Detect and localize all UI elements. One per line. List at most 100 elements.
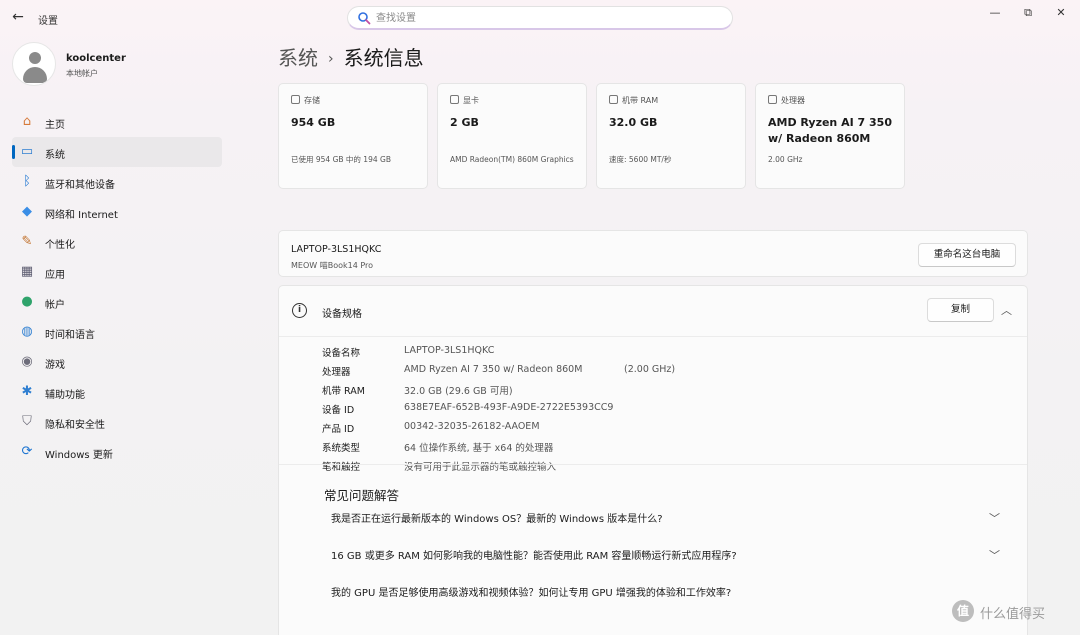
device-name-panel: LAPTOP-3LS1HQKC MEOW 喵Book14 Pro 重命名这台电脑 (278, 230, 1028, 277)
watermark-logo-icon: 值 (952, 600, 974, 622)
account-type: 本地帐户 (66, 69, 98, 78)
sidebar-item-label: 应用 (45, 270, 65, 281)
spec-key: 机带 RAM (322, 386, 365, 397)
spec-key: 处理器 (322, 367, 351, 378)
privacy-icon: ⛉ (22, 414, 32, 429)
search-box[interactable] (347, 6, 733, 30)
accounts-icon: ● (21, 294, 33, 309)
minimize-button[interactable]: — (985, 6, 1005, 20)
spec-value: LAPTOP-3LS1HQKC (404, 345, 495, 356)
sidebar-item-bluetooth[interactable]: ᛒ 蓝牙和其他设备 (12, 167, 222, 197)
spec-value: AMD Ryzen AI 7 350 w/ Radeon 860M (404, 364, 583, 375)
card-sub: 速度: 5600 MT/秒 (609, 155, 672, 164)
bluetooth-icon: ᛒ (23, 174, 31, 189)
sidebar-item-system[interactable]: ▭ 系统 (12, 137, 222, 167)
sidebar-item-accounts[interactable]: ● 帐户 (12, 287, 222, 317)
breadcrumb-parent[interactable]: 系统 (278, 46, 318, 70)
close-button[interactable]: ✕ (1051, 6, 1071, 20)
sidebar-item-label: 游戏 (45, 360, 65, 371)
sidebar-item-label: 辅助功能 (45, 390, 85, 401)
sidebar-item-label: 隐私和安全性 (45, 420, 105, 431)
card-value: AMD Ryzen AI 7 350 w/ Radeon 860M (768, 116, 892, 145)
card-sub: 2.00 GHz (768, 155, 803, 164)
spec-value: 638E7EAF-652B-493F-A9DE-2722E5393CC9 (404, 402, 614, 413)
accessibility-icon: ✱ (21, 384, 33, 399)
card-label: 显卡 (463, 96, 479, 105)
breadcrumb: 系统 › 系统信息 (278, 42, 424, 72)
sidebar-item-privacy[interactable]: ⛉ 隐私和安全性 (12, 407, 222, 437)
system-icon: ▭ (20, 144, 34, 159)
spec-key: 系统类型 (322, 443, 361, 454)
card-value: 954 GB (291, 116, 336, 129)
card-label: 机带 RAM (622, 96, 659, 105)
network-icon: ◆ (22, 204, 32, 219)
graphics-card[interactable]: 显卡 2 GB AMD Radeon(TM) 860M Graphics (437, 83, 587, 189)
watermark-text: 什么值得买 (980, 607, 1046, 622)
sidebar-item-home[interactable]: ⌂ 主页 (12, 107, 222, 137)
ram-card[interactable]: 机带 RAM 32.0 GB 速度: 5600 MT/秒 (596, 83, 746, 189)
spec-key: 产品 ID (322, 424, 355, 435)
back-button[interactable]: ← (10, 9, 26, 25)
faq-title: 常见问题解答 (324, 488, 400, 503)
home-icon: ⌂ (22, 114, 32, 129)
spec-key: 设备名称 (322, 348, 361, 359)
card-sub: AMD Radeon(TM) 860M Graphics (450, 155, 574, 164)
storage-icon (291, 95, 300, 104)
device-specs-panel: i 设备规格 复制 ︿ 设备名称 LAPTOP-3LS1HQKC 处理器 AMD Ry… (278, 285, 1028, 635)
faq-question: 我的 GPU 是否足够使用高级游戏和视频体验？如何让专用 GPU 增强我的体验和… (331, 588, 732, 599)
sidebar-item-label: Windows 更新 (45, 450, 113, 461)
sidebar-item-apps[interactable]: ▦ 应用 (12, 257, 222, 287)
search-icon (358, 12, 371, 25)
device-model: MEOW 喵Book14 Pro (291, 261, 374, 270)
breadcrumb-separator-icon: › (328, 51, 334, 67)
chevron-down-icon: ﹀ (989, 549, 1000, 562)
chevron-down-icon: ﹀ (989, 512, 1000, 525)
sidebar-item-label: 蓝牙和其他设备 (45, 180, 115, 191)
faq-item[interactable]: 我是否正在运行最新版本的 Windows OS？最新的 Windows 版本是什… (331, 510, 1011, 530)
app-title: 设置 (38, 16, 58, 27)
user-profile[interactable]: koolcenter 本地帐户 (12, 42, 212, 88)
rename-pc-button[interactable]: 重命名这台电脑 (918, 243, 1016, 267)
processor-icon (768, 95, 777, 104)
spec-key: 设备 ID (322, 405, 355, 416)
sidebar-item-time-language[interactable]: ◍ 时间和语言 (12, 317, 222, 347)
sidebar-item-gaming[interactable]: ◉ 游戏 (12, 347, 222, 377)
card-value: 2 GB (450, 116, 479, 129)
spec-value: 00342-32035-26182-AAOEM (404, 421, 540, 432)
personalization-icon: ✎ (21, 234, 33, 249)
user-name: koolcenter (66, 53, 126, 64)
apps-icon: ▦ (20, 264, 34, 279)
device-name: LAPTOP-3LS1HQKC (291, 244, 382, 255)
storage-card[interactable]: 存储 954 GB 已使用 954 GB 中的 194 GB (278, 83, 428, 189)
sidebar-item-label: 个性化 (45, 240, 75, 251)
card-label: 存储 (304, 96, 320, 105)
processor-card[interactable]: 处理器 AMD Ryzen AI 7 350 w/ Radeon 860M 2.… (755, 83, 905, 189)
copy-button[interactable]: 复制 (927, 298, 994, 322)
display-icon (450, 95, 459, 104)
spec-value: 64 位操作系统, 基于 x64 的处理器 (404, 443, 554, 454)
chevron-up-icon[interactable]: ︿ (1001, 302, 1012, 318)
device-specs-header[interactable]: i 设备规格 复制 ︿ (279, 286, 1027, 336)
spec-extra: (2.00 GHz) (624, 364, 676, 375)
spec-value: 32.0 GB (29.6 GB 可用) (404, 386, 513, 397)
info-icon: i (292, 303, 307, 318)
faq-item[interactable]: 16 GB 或更多 RAM 如何影响我的电脑性能？能否使用此 RAM 容量顺畅运… (331, 547, 1011, 567)
faq-question: 16 GB 或更多 RAM 如何影响我的电脑性能？能否使用此 RAM 容量顺畅运… (331, 551, 737, 562)
watermark: 值 什么值得买 (952, 600, 1072, 624)
spec-value: 没有可用于此显示器的笔或触控输入 (404, 462, 557, 473)
card-value: 32.0 GB (609, 116, 658, 129)
time-language-icon: ◍ (21, 324, 33, 339)
sidebar-item-windows-update[interactable]: ⟳ Windows 更新 (12, 437, 222, 467)
avatar (12, 42, 56, 86)
sidebar-item-accessibility[interactable]: ✱ 辅助功能 (12, 377, 222, 407)
page-title: 系统信息 (343, 46, 424, 70)
maximize-button[interactable]: ⧉ (1018, 6, 1038, 20)
windows-update-icon: ⟳ (21, 444, 33, 459)
faq-question: 我是否正在运行最新版本的 Windows OS？最新的 Windows 版本是什… (331, 514, 663, 525)
faq-item[interactable]: 我的 GPU 是否足够使用高级游戏和视频体验？如何让专用 GPU 增强我的体验和… (331, 584, 1011, 604)
search-input[interactable] (376, 10, 716, 26)
memory-icon (609, 95, 618, 104)
sidebar-item-personalization[interactable]: ✎ 个性化 (12, 227, 222, 257)
sidebar-nav: ⌂ 主页 ▭ 系统 ᛒ 蓝牙和其他设备 ◆ 网络和 Internet ✎ 个性化 ▦ 应用 ● 帐户 ◍ 时间… (12, 107, 222, 467)
sidebar-item-network[interactable]: ◆ 网络和 Internet (12, 197, 222, 227)
